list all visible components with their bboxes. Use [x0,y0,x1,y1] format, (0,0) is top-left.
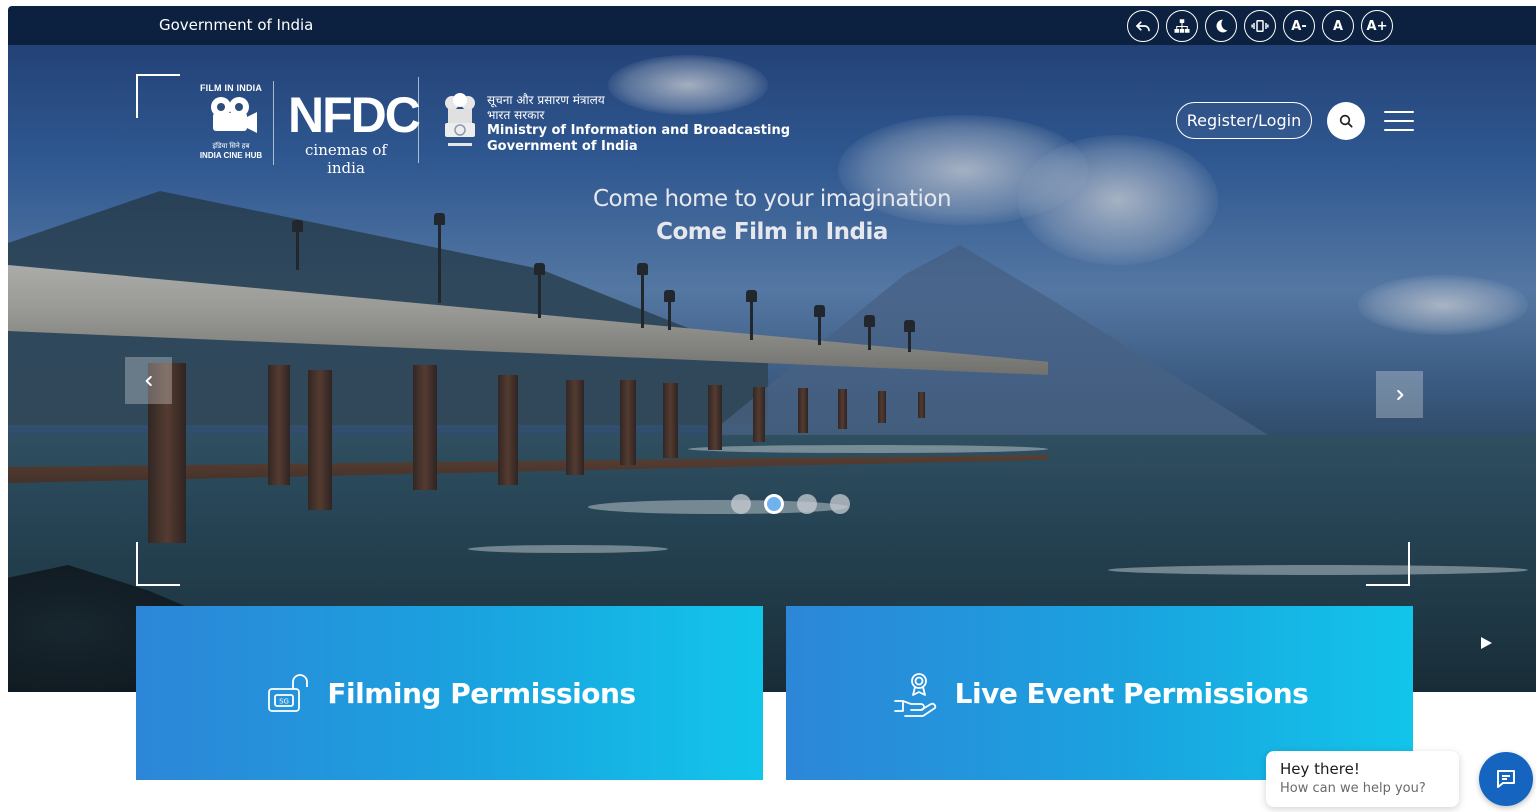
play-icon[interactable] [1478,635,1494,651]
ministry-english-line-1: Ministry of Information and Broadcasting [487,123,791,138]
menu-line [1384,111,1414,113]
hero-tagline-2: Come Film in India [656,219,888,245]
hamburger-menu-button[interactable] [1384,111,1414,131]
vibrate-icon [1251,20,1269,32]
national-emblem-icon [445,93,475,146]
nfdc-logo[interactable]: NFDC cinemas of india [288,87,421,177]
ministry-hindi-line-1: सूचना और प्रसारण मंत्रालय [487,93,605,107]
slider-next-button[interactable] [1376,371,1423,418]
film-logo-hindi-text: इंडिया सिने हब [212,143,250,150]
search-icon [1339,114,1353,128]
menu-line [1384,120,1414,122]
film-logo-bottom-text: INDIA CINE HUB [199,151,263,160]
ministry-hindi-line-2: भारत सरकार [487,108,545,122]
undo-button[interactable] [1127,10,1159,42]
font-decrease-button[interactable]: A- [1283,10,1315,42]
hero-slider: FILM IN INDIA इंडिया सिने हब INDIA CINE … [8,45,1536,692]
unlock-icon: SG [268,674,309,712]
accessibility-toolbar: A- A A+ [1127,10,1393,42]
filming-permissions-card[interactable]: SG Filming Permissions [136,606,763,780]
ministry-text: सूचना और प्रसारण मंत्रालय भारत सरकार Min… [487,93,790,155]
chat-button[interactable] [1479,752,1533,806]
slider-dot-2[interactable] [764,494,784,514]
chevron-left-icon [145,375,152,386]
nfdc-wordmark: NFDC [288,87,421,143]
font-increase-button[interactable]: A+ [1361,10,1393,42]
register-login-button[interactable]: Register/Login [1176,102,1312,139]
search-button[interactable] [1327,102,1365,140]
sitemap-icon [1174,19,1190,33]
live-event-permissions-label: Live Event Permissions [954,676,1309,710]
slider-dot-1[interactable] [731,494,751,514]
government-bar: Government of India A- A A+ [8,6,1536,45]
corner-bracket-top-left [136,74,180,118]
film-in-india-logo[interactable]: FILM IN INDIA इंडिया सिने हब INDIA CINE … [195,83,267,161]
corner-bracket-bottom-left [136,542,180,586]
filming-permissions-label: Filming Permissions [327,676,636,710]
slider-dots [731,494,850,514]
film-logo-top-text: FILM IN INDIA [199,83,263,93]
corner-bracket-bottom-right [1366,542,1410,586]
award-hand-icon [893,673,936,717]
moon-icon [1216,19,1228,33]
chat-prompt: How can we help you? [1280,781,1426,796]
font-reset-button[interactable]: A [1322,10,1354,42]
dark-mode-button[interactable] [1205,10,1237,42]
svg-text:SG: SG [279,698,289,706]
chat-greeting: Hey there! [1280,760,1360,778]
sitemap-button[interactable] [1166,10,1198,42]
logo-divider [418,77,419,163]
film-camera-icon [211,97,257,133]
slider-dot-4[interactable] [830,494,850,514]
nfdc-tagline: cinemas of india [305,141,387,177]
chevron-right-icon [1396,389,1403,400]
slider-dot-3[interactable] [797,494,817,514]
logo-divider [273,81,274,165]
ministry-english-line-2: Government of India [487,139,638,154]
government-title: Government of India [159,16,314,34]
slider-prev-button[interactable] [125,357,172,404]
hero-tagline-1: Come home to your imagination [592,186,952,212]
chat-greeting-bubble[interactable]: Hey there! How can we help you? [1266,751,1459,807]
menu-line [1384,129,1414,131]
chat-icon [1497,770,1515,788]
undo-icon [1136,21,1150,32]
screen-reader-button[interactable] [1244,10,1276,42]
page: Government of India A- A A+ FILM IN INDI… [0,0,1536,812]
